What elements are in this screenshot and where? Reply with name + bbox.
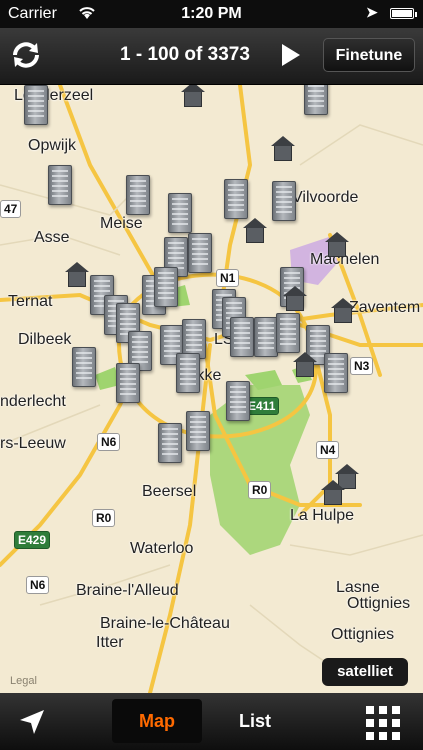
finetune-button[interactable]: Finetune (323, 38, 415, 72)
status-time: 1:20 PM (181, 5, 242, 22)
place-label: Opwijk (28, 137, 77, 154)
place-label: Itter (96, 634, 124, 651)
apartment-marker[interactable] (276, 313, 300, 353)
road-shield: E429 (14, 531, 51, 549)
road-shield: N6 (26, 576, 50, 594)
play-icon[interactable] (282, 44, 300, 66)
battery-icon (390, 8, 417, 19)
apartment-marker[interactable] (48, 165, 72, 205)
tab-map[interactable]: Map (112, 699, 202, 743)
place-label: Ottignies (347, 595, 411, 612)
place-label: Ternat (8, 293, 53, 310)
house-marker[interactable] (271, 136, 295, 161)
location-services-icon: ➤ (366, 4, 378, 20)
navigation-bar: 1 - 100 of 3373 Finetune (0, 28, 423, 85)
apartment-marker[interactable] (116, 363, 140, 403)
place-label: Vilvoorde (292, 189, 359, 206)
place-label: Beersel (142, 483, 197, 500)
apartment-marker[interactable] (24, 85, 48, 125)
apartment-marker[interactable] (154, 267, 178, 307)
house-marker[interactable] (65, 262, 89, 287)
apartment-marker[interactable] (226, 381, 250, 421)
apartment-marker[interactable] (126, 175, 150, 215)
apartment-marker[interactable] (254, 317, 278, 357)
road-shield: N6 (97, 433, 121, 451)
location-arrow-icon[interactable] (18, 708, 46, 741)
house-marker[interactable] (325, 232, 349, 257)
house-marker[interactable] (283, 286, 307, 311)
tab-list[interactable]: List (220, 699, 290, 743)
road-shield: R0 (248, 481, 272, 499)
apartment-marker[interactable] (272, 181, 296, 221)
place-label: Braine-l'Alleud (76, 582, 179, 599)
apartment-marker[interactable] (168, 193, 192, 233)
apartment-marker[interactable] (186, 411, 210, 451)
apartment-marker[interactable] (230, 317, 254, 357)
legal-link[interactable]: Legal (10, 675, 37, 687)
place-label: Braine-le-Château (100, 615, 230, 632)
place-label: Waterloo (130, 540, 194, 557)
house-marker[interactable] (181, 85, 205, 107)
place-label: Dilbeek (18, 331, 72, 348)
satellite-toggle-button[interactable]: satelliet (322, 658, 408, 686)
house-marker[interactable] (331, 298, 355, 323)
place-label: Meise (100, 215, 143, 232)
place-label: Ottignies (331, 626, 395, 643)
apartment-marker[interactable] (304, 85, 328, 115)
result-counter: 1 - 100 of 3373 (120, 44, 250, 65)
place-label: rs-Leeuw (0, 435, 66, 452)
apartment-marker[interactable] (324, 353, 348, 393)
road-shield: 47 (0, 200, 22, 218)
road-shield: N4 (316, 441, 340, 459)
house-marker[interactable] (321, 480, 345, 505)
status-bar: Carrier 1:20 PM ➤ (0, 0, 423, 28)
road-shield: N1 (216, 269, 240, 287)
road-shield: R0 (92, 509, 116, 527)
house-marker[interactable] (293, 352, 317, 377)
apartment-marker[interactable] (224, 179, 248, 219)
apartment-marker[interactable] (188, 233, 212, 273)
house-marker[interactable] (243, 218, 267, 243)
place-label: nderlecht (0, 393, 66, 410)
apartment-marker[interactable] (72, 347, 96, 387)
road-shield: N3 (350, 357, 374, 375)
place-label: Zaventem (349, 299, 421, 316)
apartment-marker[interactable] (176, 353, 200, 393)
place-label: La Hulpe (290, 507, 355, 524)
apartment-marker[interactable] (158, 423, 182, 463)
tab-bar: Map List (0, 693, 423, 750)
refresh-icon[interactable] (6, 35, 46, 75)
grid-icon[interactable] (366, 706, 400, 740)
place-label: Asse (34, 229, 70, 246)
map-view[interactable]: Londerzeel Opwijk Meise Asse Vilvoorde M… (0, 85, 423, 693)
